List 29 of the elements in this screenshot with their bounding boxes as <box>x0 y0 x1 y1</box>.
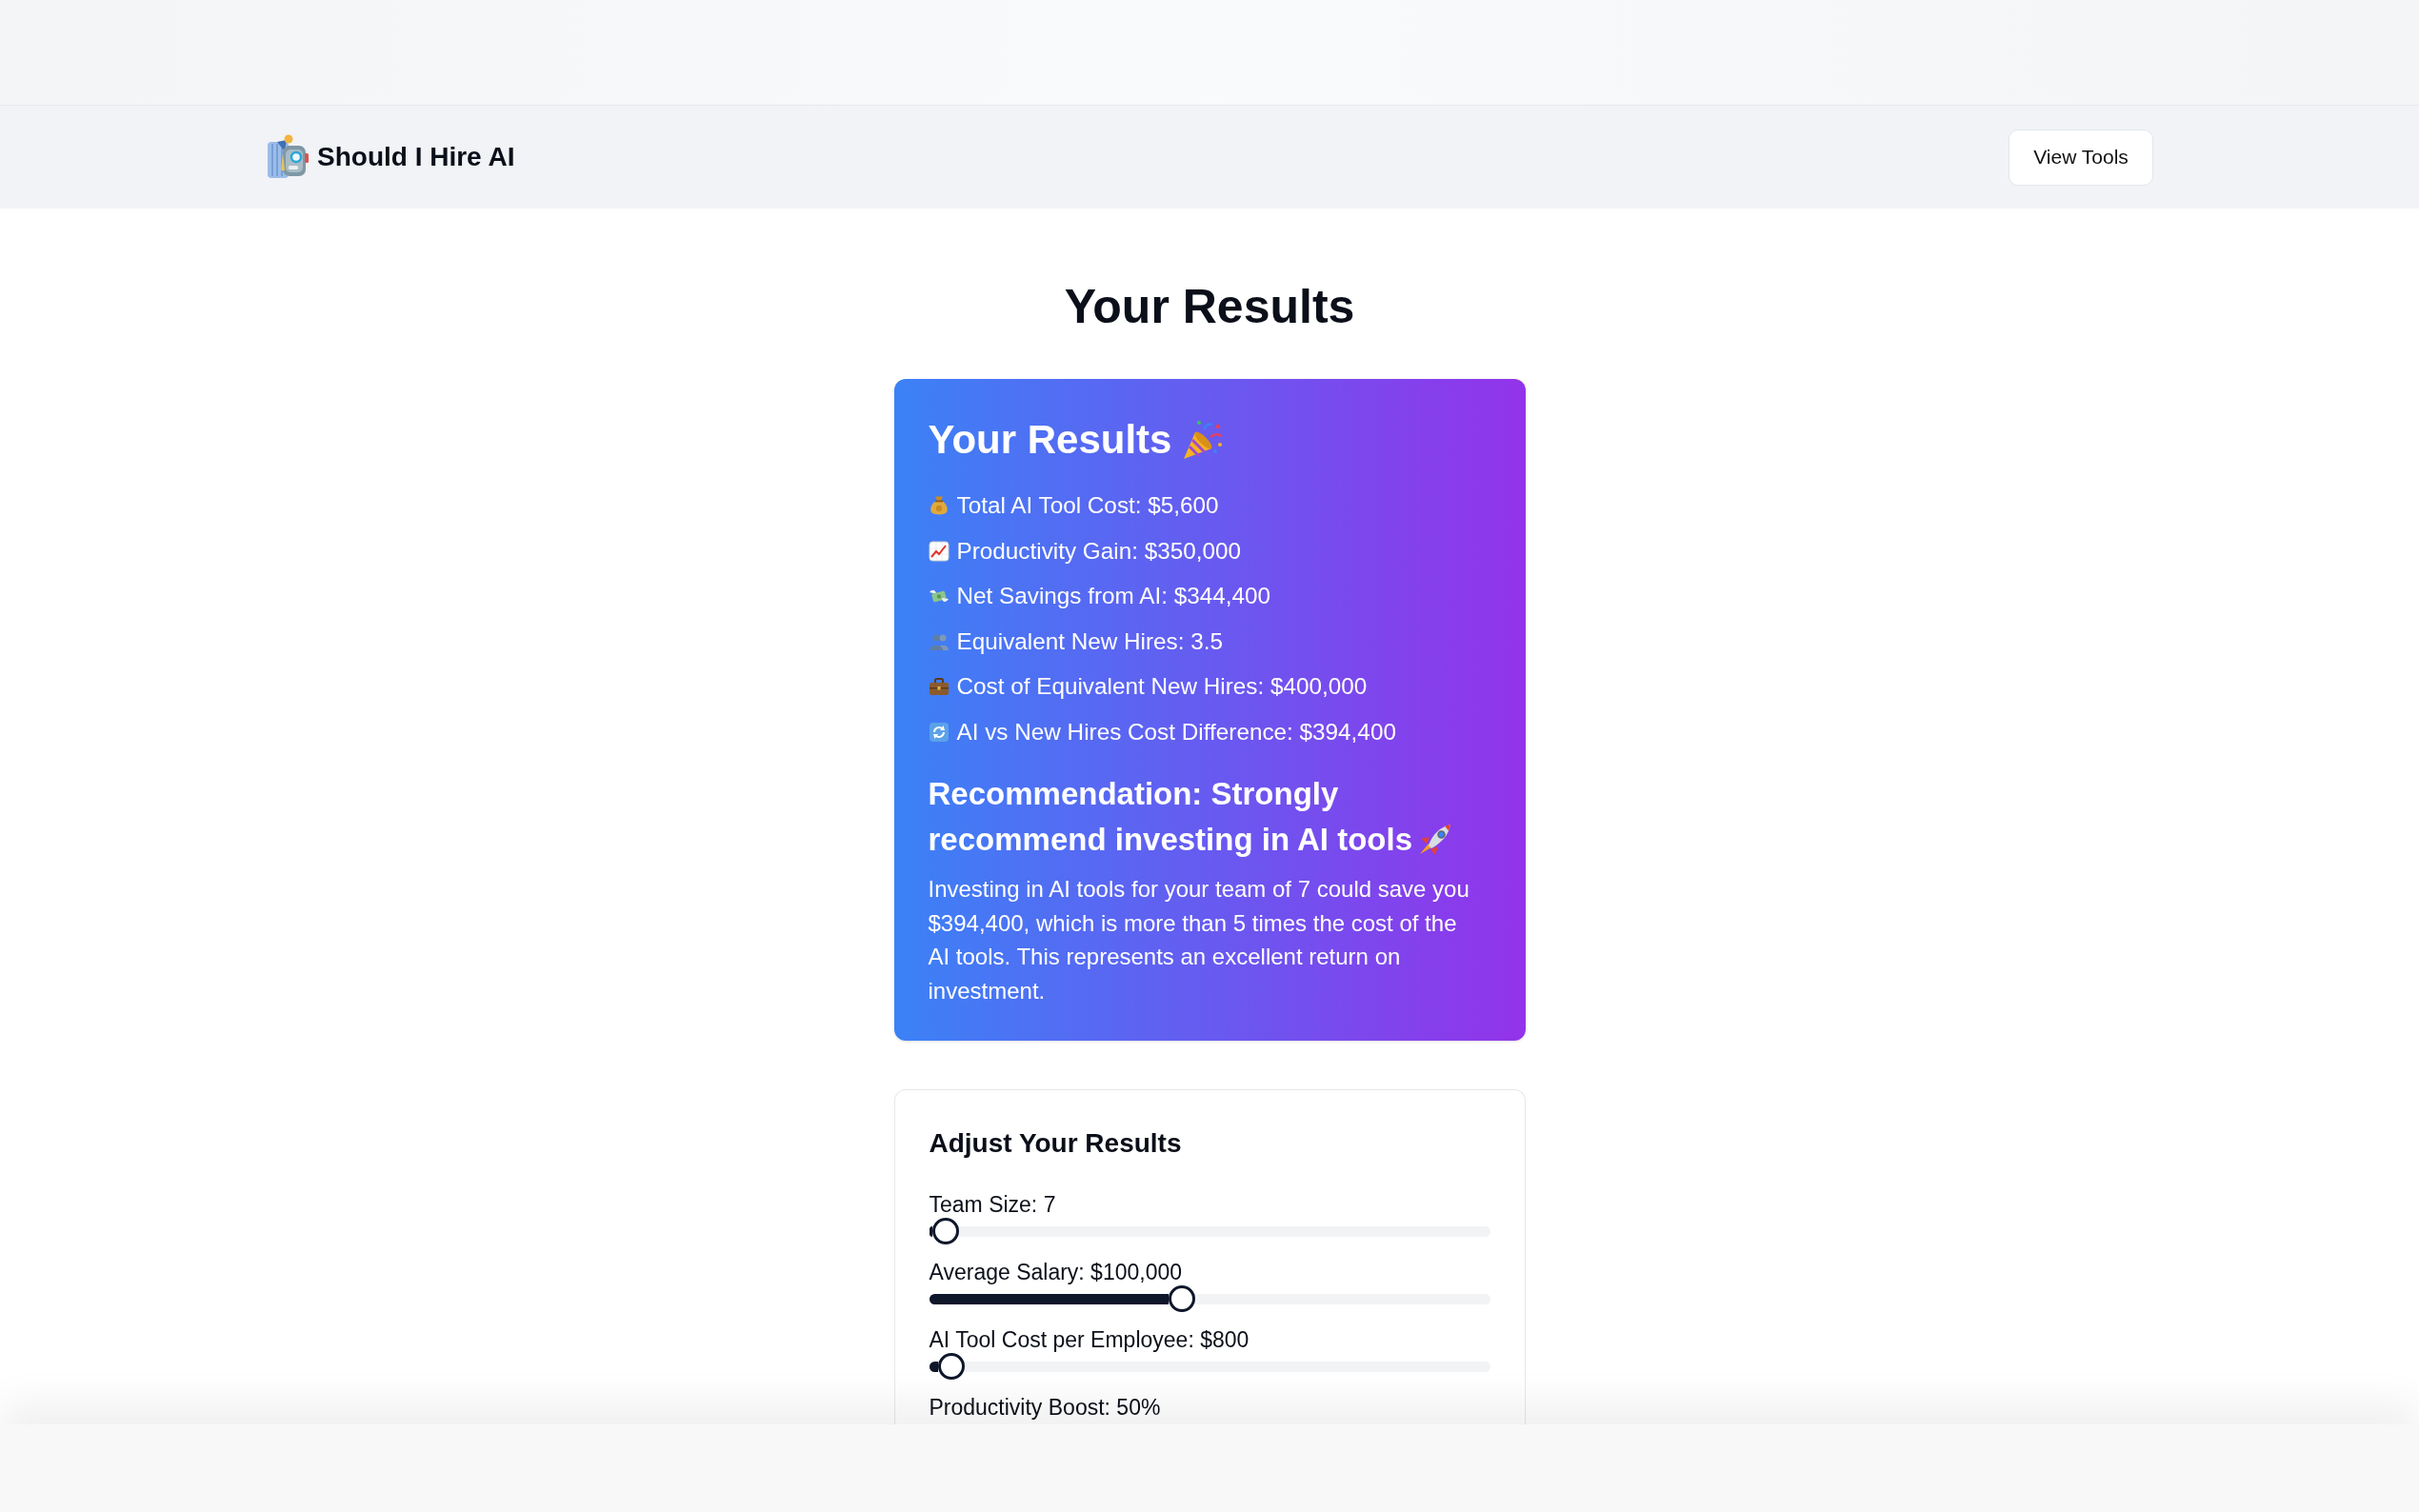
money-bag-icon <box>928 495 950 516</box>
logo-link[interactable]: Should I Hire AI <box>266 134 515 180</box>
slider-track[interactable] <box>929 1285 1490 1313</box>
recommendation-text: Investing in AI tools for your team of 7 could save you $394,400, which is more than 5 times the cost of the AI tools. This represents an excellent return on investment. <box>928 874 1470 1005</box>
refresh-icon <box>928 721 950 743</box>
slider-label: AI Tool Cost per Employee: $800 <box>929 1326 1250 1354</box>
slider-track[interactable] <box>929 1353 1490 1381</box>
rocket-icon <box>1418 823 1453 856</box>
result-item: Productivity Gain: $350,000 <box>956 536 1241 566</box>
briefcase-icon <box>928 676 950 698</box>
slider-track[interactable] <box>929 1218 1490 1245</box>
slider-handle[interactable] <box>932 1218 960 1245</box>
slider-label: Average Salary: $100,000 <box>929 1259 1184 1286</box>
slider-handle[interactable] <box>938 1353 966 1381</box>
result-item: Equivalent New Hires: 3.5 <box>956 627 1224 656</box>
result-item: Total AI Tool Cost: $5,600 <box>956 491 1219 520</box>
chart-icon <box>928 540 950 562</box>
slider-label: Productivity Boost: 50% <box>929 1394 1162 1422</box>
slider-label: Team Size: 7 <box>929 1191 1057 1219</box>
card-title: Your Results <box>928 416 1172 464</box>
recommendation-title: Recommendation: Strongly recommend investing in AI tools <box>928 775 1413 857</box>
adjust-title: Adjust Your Results <box>929 1127 1183 1161</box>
slider-handle[interactable] <box>1168 1285 1195 1313</box>
view-tools-button[interactable]: View Tools <box>2009 129 2153 186</box>
robot-icon <box>266 134 310 180</box>
result-item: Net Savings from AI: $344,400 <box>956 582 1271 611</box>
result-item: Cost of Equivalent New Hires: $400,000 <box>956 672 1368 702</box>
page-title: Your Results <box>1064 279 1355 335</box>
result-item: AI vs New Hires Cost Difference: $394,400 <box>956 717 1396 746</box>
